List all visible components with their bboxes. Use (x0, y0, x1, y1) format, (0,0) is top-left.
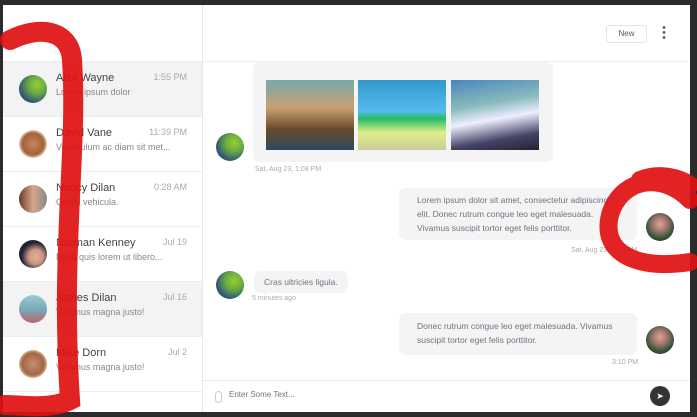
conversation-time: Jul 16 (162, 292, 187, 302)
attachment-icon[interactable] (215, 391, 222, 403)
conversation-item[interactable]: James Dilan Jul 16 Vivamus magna justo! (3, 282, 202, 337)
message-bubble: Cras ultricies ligula. (254, 271, 348, 293)
contact-name: James Dilan (56, 292, 117, 304)
message-timestamp: 3:10 PM (612, 359, 639, 366)
avatar (19, 185, 47, 213)
message-timestamp: Sat, Aug 23, 1:08 PM (255, 166, 322, 173)
chat-panel: New • • • Sat, Aug 23, 1:08 PM Lorem ipsum… (203, 5, 690, 412)
contact-name: Alex Wayne (56, 72, 115, 84)
chat-window: Alex Wayne 1:55 PM Lorem ipsum dolor Dav… (3, 5, 690, 412)
image-message (253, 62, 553, 162)
send-icon[interactable]: ➤ (650, 386, 670, 406)
message-bubble: Donec rutrum congue leo eget malesuada. … (399, 313, 637, 355)
conversation-time: 0:28 AM (153, 182, 187, 192)
new-button[interactable]: New (606, 25, 647, 43)
message-preview: Quam vehicula. (56, 197, 119, 207)
conversation-time: Jul 19 (162, 237, 187, 247)
more-options-icon[interactable]: • • • (660, 23, 668, 44)
avatar (19, 295, 47, 323)
photo-beach-van[interactable] (358, 80, 446, 150)
photo-mountains[interactable] (451, 80, 539, 150)
conversation-sidebar: Alex Wayne 1:55 PM Lorem ipsum dolor Dav… (3, 5, 203, 412)
message-timestamp: Sat, Aug 23, 3:10 PM (571, 247, 638, 254)
message-input[interactable] (229, 390, 629, 399)
contact-name: Norman Kenney (56, 237, 136, 249)
avatar (19, 130, 47, 158)
message-preview: Vivamus magna justo! (56, 362, 145, 372)
conversation-item[interactable]: Alex Wayne 1:55 PM Lorem ipsum dolor (3, 62, 202, 117)
sidebar-header (3, 5, 202, 62)
avatar (216, 271, 244, 299)
avatar (19, 350, 47, 378)
contact-name: David Vane (56, 127, 113, 139)
message-preview: Lorem ipsum dolor (56, 87, 131, 97)
avatar (19, 75, 47, 103)
message-timestamp: 5 minutes ago (252, 295, 296, 302)
message-preview: Nulla quis lorem ut libero... (56, 252, 163, 262)
avatar (216, 133, 244, 161)
message-bubble: Lorem ipsum dolor sit amet, consectetur … (399, 188, 637, 240)
conversation-item[interactable]: Mike Dorn Jul 2 Vivamus magna justo! (3, 337, 202, 392)
avatar (646, 326, 674, 354)
avatar (646, 213, 674, 241)
avatar (19, 240, 47, 268)
conversation-item[interactable]: David Vane 11:39 PM Vestibulum ac diam s… (3, 117, 202, 172)
conversation-time: 11:39 PM (149, 127, 187, 137)
conversation-item[interactable]: Norman Kenney Jul 19 Nulla quis lorem ut… (3, 227, 202, 282)
conversation-time: Jul 2 (167, 347, 187, 357)
contact-name: Mike Dorn (56, 347, 107, 359)
message-preview: Vivamus magna justo! (56, 307, 145, 317)
conversation-time: 1:55 PM (153, 72, 187, 82)
conversation-item[interactable]: Nancy Dilan 0:28 AM Quam vehicula. (3, 172, 202, 227)
photo-boat[interactable] (266, 80, 354, 150)
chat-header: New • • • (203, 5, 690, 62)
composer: ➤ (203, 380, 690, 412)
contact-name: Nancy Dilan (56, 182, 116, 194)
message-preview: Vestibulum ac diam sit met... (56, 142, 171, 152)
